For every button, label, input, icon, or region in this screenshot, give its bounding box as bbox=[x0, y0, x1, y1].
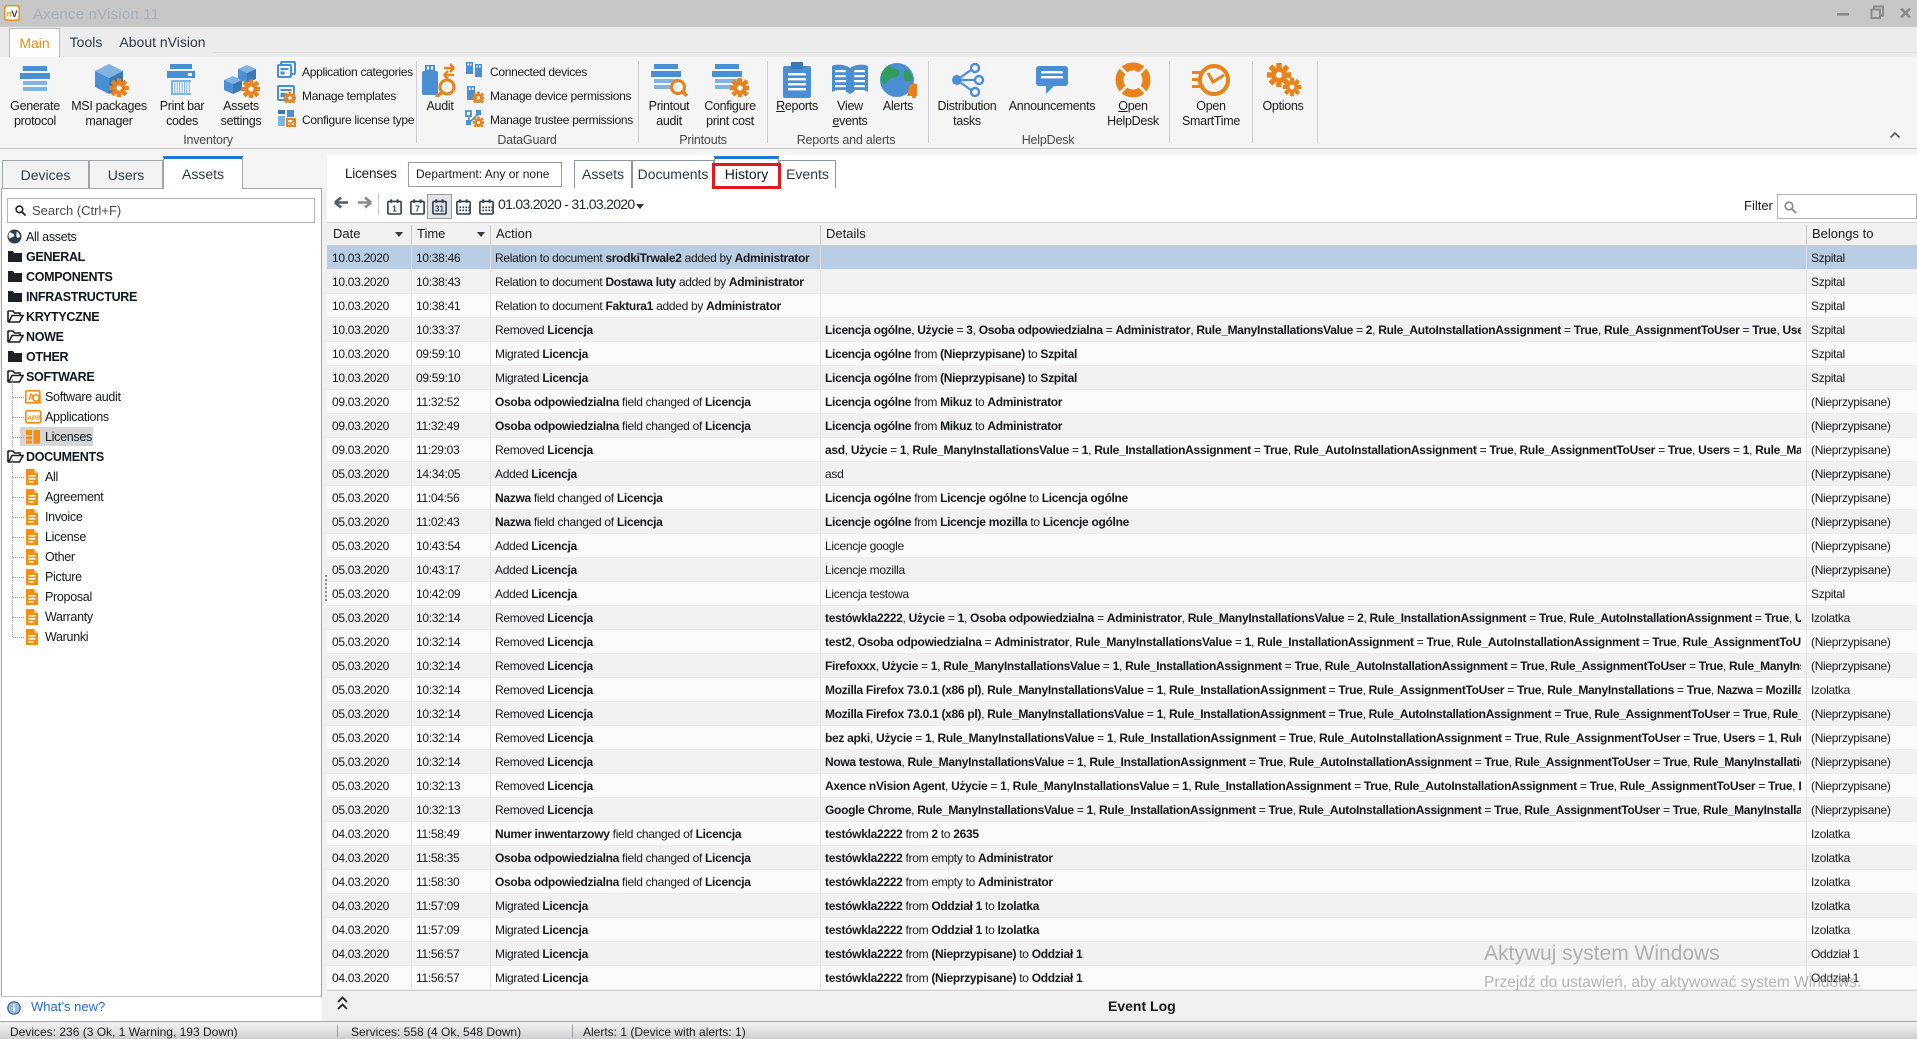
svg-text:7: 7 bbox=[415, 205, 420, 214]
svg-text:1: 1 bbox=[392, 205, 397, 214]
svg-text:V: V bbox=[11, 9, 18, 20]
svg-text:APP: APP bbox=[27, 415, 41, 422]
svg-text:31: 31 bbox=[435, 205, 444, 214]
